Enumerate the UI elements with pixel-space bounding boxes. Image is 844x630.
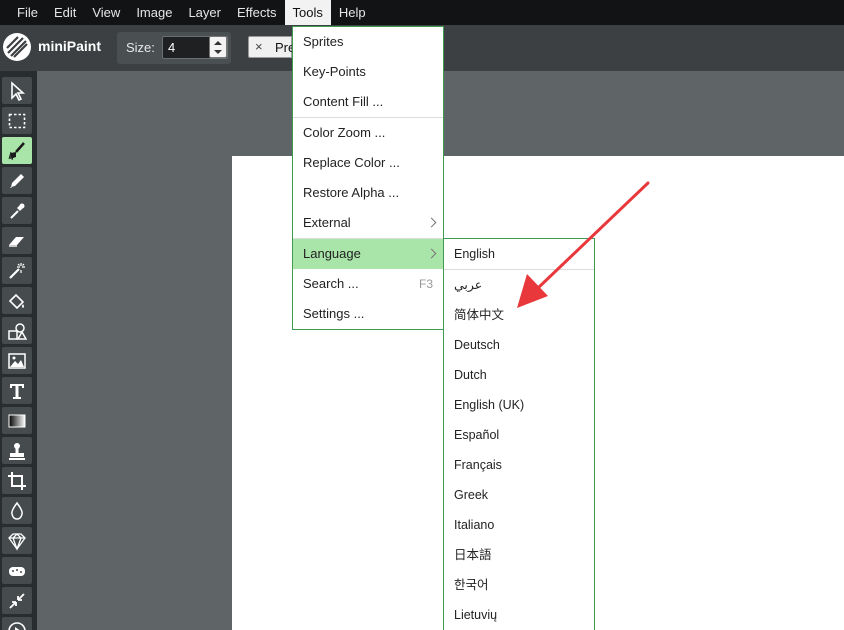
menu-file[interactable]: File: [0, 0, 46, 25]
erase-icon[interactable]: [2, 227, 32, 254]
menu-edit[interactable]: Edit: [46, 0, 84, 25]
menu-item-external[interactable]: External: [293, 208, 443, 238]
brush-icon[interactable]: [2, 137, 32, 164]
language-french[interactable]: Français: [444, 450, 594, 480]
pick-color-icon[interactable]: [2, 197, 32, 224]
chevron-right-icon: [426, 248, 437, 259]
menu-view[interactable]: View: [84, 0, 128, 25]
menu-tools[interactable]: Tools: [284, 0, 331, 25]
magic-wand-icon[interactable]: [2, 257, 32, 284]
sharpen-icon[interactable]: [2, 527, 32, 554]
select-icon[interactable]: [2, 77, 32, 104]
menu-item-search[interactable]: Search ... F3: [293, 269, 443, 299]
shortcut-label: F3: [418, 277, 433, 291]
pencil-icon[interactable]: [2, 167, 32, 194]
language-greek[interactable]: Greek: [444, 480, 594, 510]
blur-icon[interactable]: [2, 497, 32, 524]
tools-sidebar: [0, 71, 37, 630]
language-english-uk[interactable]: English (UK): [444, 390, 594, 420]
desaturate-icon[interactable]: [2, 557, 32, 584]
chevron-right-icon: [426, 217, 437, 228]
menu-item-language[interactable]: Language: [293, 239, 443, 269]
language-japanese[interactable]: 日本語: [444, 540, 594, 570]
menu-item-color-zoom[interactable]: Color Zoom ...: [293, 118, 443, 148]
selection-icon[interactable]: [2, 107, 32, 134]
menu-layer[interactable]: Layer: [180, 0, 229, 25]
preset-control[interactable]: × Pre: [248, 36, 295, 58]
fill-icon[interactable]: [2, 287, 32, 314]
menu-item-label: External: [303, 215, 351, 230]
language-spanish[interactable]: Español: [444, 420, 594, 450]
menu-item-settings[interactable]: Settings ...: [293, 299, 443, 329]
menu-effects[interactable]: Effects: [229, 0, 285, 25]
app-name: miniPaint: [38, 38, 102, 54]
close-icon[interactable]: ×: [255, 39, 263, 54]
menu-image[interactable]: Image: [128, 0, 180, 25]
language-korean[interactable]: 한국어: [444, 570, 594, 600]
gradient-icon[interactable]: [2, 407, 32, 434]
menu-item-label: Language: [303, 246, 361, 261]
menu-help[interactable]: Help: [331, 0, 374, 25]
menu-item-replace-color[interactable]: Replace Color ...: [293, 148, 443, 178]
size-stepper[interactable]: [209, 36, 227, 58]
language-chinese-simplified[interactable]: 简体中文: [444, 300, 594, 330]
language-english[interactable]: English: [444, 239, 594, 269]
language-lithuanian[interactable]: Lietuvių: [444, 600, 594, 630]
tools-dropdown: Sprites Key-Points Content Fill ... Colo…: [292, 26, 444, 330]
language-arabic[interactable]: عربي: [444, 270, 594, 300]
language-italian[interactable]: Italiano: [444, 510, 594, 540]
menu-item-key-points[interactable]: Key-Points: [293, 57, 443, 87]
menubar: File Edit View Image Layer Effects Tools…: [0, 0, 844, 25]
text-icon[interactable]: [2, 377, 32, 404]
shape-icon[interactable]: [2, 317, 32, 344]
bulge-icon[interactable]: [2, 587, 32, 614]
language-german[interactable]: Deutsch: [444, 330, 594, 360]
minipaint-logo-icon: [3, 33, 31, 61]
size-label: Size:: [126, 40, 155, 55]
animation-icon[interactable]: [2, 617, 32, 630]
menu-item-restore-alpha[interactable]: Restore Alpha ...: [293, 178, 443, 208]
language-dutch[interactable]: Dutch: [444, 360, 594, 390]
media-icon[interactable]: [2, 347, 32, 374]
menu-item-label: Search ...: [303, 276, 359, 291]
crop-icon[interactable]: [2, 467, 32, 494]
chevron-down-icon[interactable]: [214, 50, 222, 54]
chevron-up-icon[interactable]: [214, 41, 222, 45]
language-submenu: English عربي 简体中文 Deutsch Dutch English …: [443, 238, 595, 630]
menu-item-content-fill[interactable]: Content Fill ...: [293, 87, 443, 117]
menu-item-sprites[interactable]: Sprites: [293, 27, 443, 57]
clone-icon[interactable]: [2, 437, 32, 464]
